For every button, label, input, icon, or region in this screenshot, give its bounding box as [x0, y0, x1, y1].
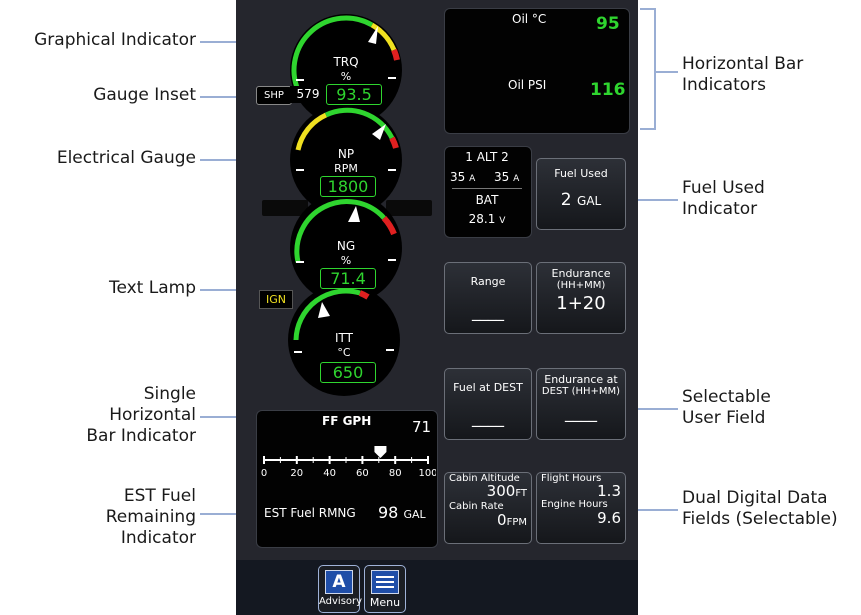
oil-temp-label: Oil °C — [512, 12, 547, 26]
ff-bar: 0 20 40 60 80 100 — [261, 446, 436, 479]
ff-tick-label: 20 — [290, 468, 303, 479]
ff-tick-label: 0 — [261, 468, 267, 479]
amp-right: 35 A — [494, 170, 520, 184]
fuel-at-dest-button[interactable]: Fuel at DEST ____ — [444, 368, 532, 440]
oil-psi-value: 116 — [590, 80, 626, 100]
fuel-at-dest-label: Fuel at DEST — [453, 381, 523, 394]
endurance-dest-button[interactable]: Endurance at DEST (HH+MM) ____ — [536, 368, 626, 440]
ff-value: 71 — [412, 418, 432, 436]
trq-label: TRQ — [332, 55, 358, 69]
ff-label: FF GPH — [322, 414, 372, 428]
oil-psi-label: Oil PSI — [508, 78, 547, 92]
oil-temp-value: 95 — [596, 14, 620, 34]
trq-value: 93.5 — [326, 84, 382, 105]
alt-header: 1 ALT 2 — [465, 150, 509, 164]
fuel-used-label: Fuel Used — [554, 167, 608, 180]
itt-label: ITT — [335, 331, 354, 345]
ff-pointer — [374, 446, 387, 458]
cabin-rate-value: 0FPM — [497, 511, 527, 529]
range-button[interactable]: Range ____ — [444, 262, 532, 334]
cabin-alt-value: 300FT — [486, 482, 527, 500]
range-label: Range — [470, 275, 506, 288]
trq-inset: SHP — [256, 86, 292, 105]
fuel-at-dest-value: ____ — [472, 408, 504, 427]
endurance-value: 1+20 — [556, 293, 606, 314]
np-unit: RPM — [334, 162, 358, 175]
endurance-label: Endurance — [551, 267, 611, 280]
fuel-used-button[interactable]: Fuel Used 2 GAL — [536, 158, 626, 230]
trq-unit: % — [341, 70, 351, 83]
range-value: ____ — [472, 302, 504, 321]
endurance-sublabel: (HH+MM) — [556, 280, 606, 291]
np-value: 1800 — [320, 176, 376, 197]
engine-hours-value: 9.6 — [597, 509, 621, 527]
ff-tick-label: 60 — [356, 468, 369, 479]
endurance-button[interactable]: Endurance (HH+MM) 1+20 — [536, 262, 626, 334]
hours-button[interactable]: Flight Hours 1.3 Engine Hours 9.6 — [536, 472, 626, 544]
flight-hours-value: 1.3 — [597, 482, 621, 500]
bat-value: 28.1 V — [468, 212, 506, 226]
trq-inset-value: 579 — [290, 86, 326, 103]
cabin-button[interactable]: Cabin Altitude 300FT Cabin Rate 0FPM — [444, 472, 532, 544]
menu-label: Menu — [369, 596, 401, 609]
menu-icon — [371, 570, 399, 594]
itt-value: 650 — [320, 362, 376, 383]
cabin-rate-label: Cabin Rate — [449, 501, 504, 512]
endurance-dest-value: ____ — [565, 403, 597, 422]
np-label: NP — [338, 147, 354, 161]
ff-tick-label: 80 — [389, 468, 402, 479]
ff-tick-label: 100 — [418, 468, 436, 479]
ng-unit: % — [341, 254, 351, 267]
endurance-dest-sublabel: DEST (HH+MM) — [541, 386, 621, 397]
advisory-icon: A — [325, 570, 353, 594]
advisory-label: Advisory — [319, 596, 363, 607]
advisory-button[interactable]: A Advisory — [318, 565, 363, 613]
fuel-used-value: 2 GAL — [560, 190, 602, 210]
menu-button[interactable]: Menu — [364, 565, 406, 613]
ff-tick-label: 40 — [323, 468, 336, 479]
divider — [452, 188, 522, 189]
ng-label: NG — [337, 239, 355, 253]
endurance-dest-label: Endurance at — [544, 373, 618, 386]
ng-value: 71.4 — [320, 268, 376, 289]
est-fuel-value: 98 GAL — [378, 503, 426, 522]
est-fuel-label: EST Fuel RMNG — [264, 506, 356, 520]
ign-lamp: IGN — [259, 290, 293, 309]
amp-left: 35 A — [450, 170, 476, 184]
bat-label: BAT — [475, 193, 499, 207]
itt-unit: °C — [337, 346, 351, 359]
